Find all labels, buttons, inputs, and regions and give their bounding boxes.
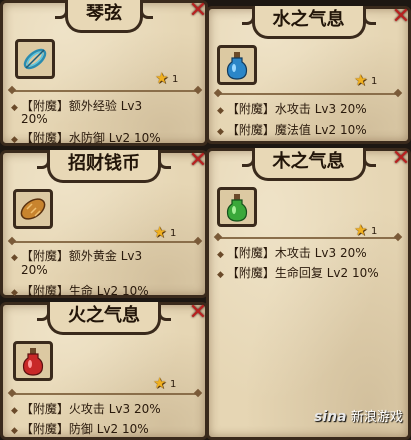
effect-line: ◆ 【附魔】火攻击 Lv3 20% <box>11 400 161 417</box>
close-icon[interactable]: ✕ <box>390 6 411 29</box>
diamond-bullet-icon: ◆ <box>11 288 18 298</box>
effect-line: ◆ 【附魔】额外黄金 Lv3 <box>11 247 142 264</box>
card-title: 琴弦 <box>55 0 153 33</box>
diamond-bullet-icon: ◆ <box>11 253 18 263</box>
card-title: 木之气息 <box>241 148 376 181</box>
bread-coin-icon <box>13 189 53 229</box>
divider <box>217 93 399 95</box>
harp-string-icon <box>15 39 55 79</box>
card-title: 火之气息 <box>37 302 171 335</box>
effect-line: ◆ 【附魔】木攻击 Lv3 20% <box>217 244 367 261</box>
star-count: 1 <box>170 228 177 239</box>
diamond-bullet-icon: ◆ <box>11 426 18 436</box>
divider <box>217 237 399 239</box>
diamond-bullet-icon: ◆ <box>217 127 224 137</box>
star-count: 1 <box>170 379 177 390</box>
effect-text: 【附魔】火攻击 Lv3 20% <box>20 402 161 416</box>
item-card-fire: 火之气息 ✕ ★ 1 ◆ 【附魔】火攻击 Lv3 20% ◆ 【附魔】防御 Lv2 … <box>0 302 208 440</box>
green-potion-icon <box>217 187 257 227</box>
effect-line: ◆ 【附魔】生命 Lv2 10% <box>11 282 149 299</box>
effect-text: 【附魔】水攻击 Lv3 20% <box>226 102 367 116</box>
effect-line-cont: 20% <box>21 112 48 126</box>
star-count: 1 <box>371 76 378 87</box>
close-icon[interactable]: ✕ <box>187 302 209 325</box>
blue-potion-icon <box>217 45 257 85</box>
close-icon[interactable]: ✕ <box>390 148 411 171</box>
red-potion-icon <box>13 341 53 381</box>
effect-line: ◆ 【附魔】水攻击 Lv3 20% <box>217 100 367 117</box>
star-icon: ★ <box>354 71 368 89</box>
effect-text: 【附魔】防御 Lv2 10% <box>20 422 149 436</box>
effect-text: 【附魔】水防御 Lv2 10% <box>20 131 161 145</box>
effect-text: 【附魔】额外黄金 Lv3 <box>20 249 143 263</box>
item-card-coin: 招财钱币 ✕ ★ 1 ◆ 【附魔】额外黄金 Lv3 20% ◆ 【附魔】生命 Lv2… <box>0 150 208 298</box>
effect-line: ◆ 【附魔】魔法值 Lv2 10% <box>217 121 367 138</box>
star-count: 1 <box>371 226 378 237</box>
card-title: 水之气息 <box>241 6 376 39</box>
star-icon: ★ <box>153 223 167 241</box>
sina-watermark: sina 新浪游戏 <box>314 406 403 425</box>
diamond-bullet-icon: ◆ <box>217 250 224 260</box>
effect-line-cont: 20% <box>21 263 48 277</box>
effect-text: 【附魔】生命 Lv2 10% <box>20 284 149 298</box>
divider <box>11 393 199 395</box>
effect-line: ◆ 【附魔】防御 Lv2 10% <box>11 420 149 437</box>
star-icon: ★ <box>155 69 169 87</box>
effect-text: 【附魔】生命回复 Lv2 10% <box>226 266 379 280</box>
item-card-wood: 木之气息 ✕ ★ 1 ◆ 【附魔】木攻击 Lv3 20% ◆ 【附魔】生命回复 Lv… <box>206 148 411 440</box>
divider <box>11 241 199 243</box>
item-card-water: 水之气息 ✕ ★ 1 ◆ 【附魔】水攻击 Lv3 20% ◆ 【附魔】魔法值 Lv2… <box>206 6 411 144</box>
sina-logo: sina <box>314 409 347 425</box>
star-count: 1 <box>172 74 179 85</box>
divider <box>11 90 199 92</box>
effect-text: 【附魔】魔法值 Lv2 10% <box>226 123 367 137</box>
star-icon: ★ <box>153 374 167 392</box>
effect-text: 【附魔】额外经验 Lv3 <box>20 99 143 113</box>
diamond-bullet-icon: ◆ <box>217 270 224 280</box>
card-title: 招财钱币 <box>37 150 171 183</box>
diamond-bullet-icon: ◆ <box>11 406 18 416</box>
diamond-bullet-icon: ◆ <box>11 135 18 145</box>
diamond-bullet-icon: ◆ <box>217 106 224 116</box>
diamond-bullet-icon: ◆ <box>11 103 18 113</box>
watermark-text: 新浪游戏 <box>350 410 403 425</box>
effect-line: ◆ 【附魔】生命回复 Lv2 10% <box>217 264 379 281</box>
effect-text: 【附魔】木攻击 Lv3 20% <box>226 246 367 260</box>
item-card-qinxian: 琴弦 ✕ ★ 1 ◆ 【附魔】额外经验 Lv3 20% ◆ 【附魔】水防御 Lv2 … <box>0 0 208 146</box>
effect-line: ◆ 【附魔】水防御 Lv2 10% <box>11 129 161 146</box>
